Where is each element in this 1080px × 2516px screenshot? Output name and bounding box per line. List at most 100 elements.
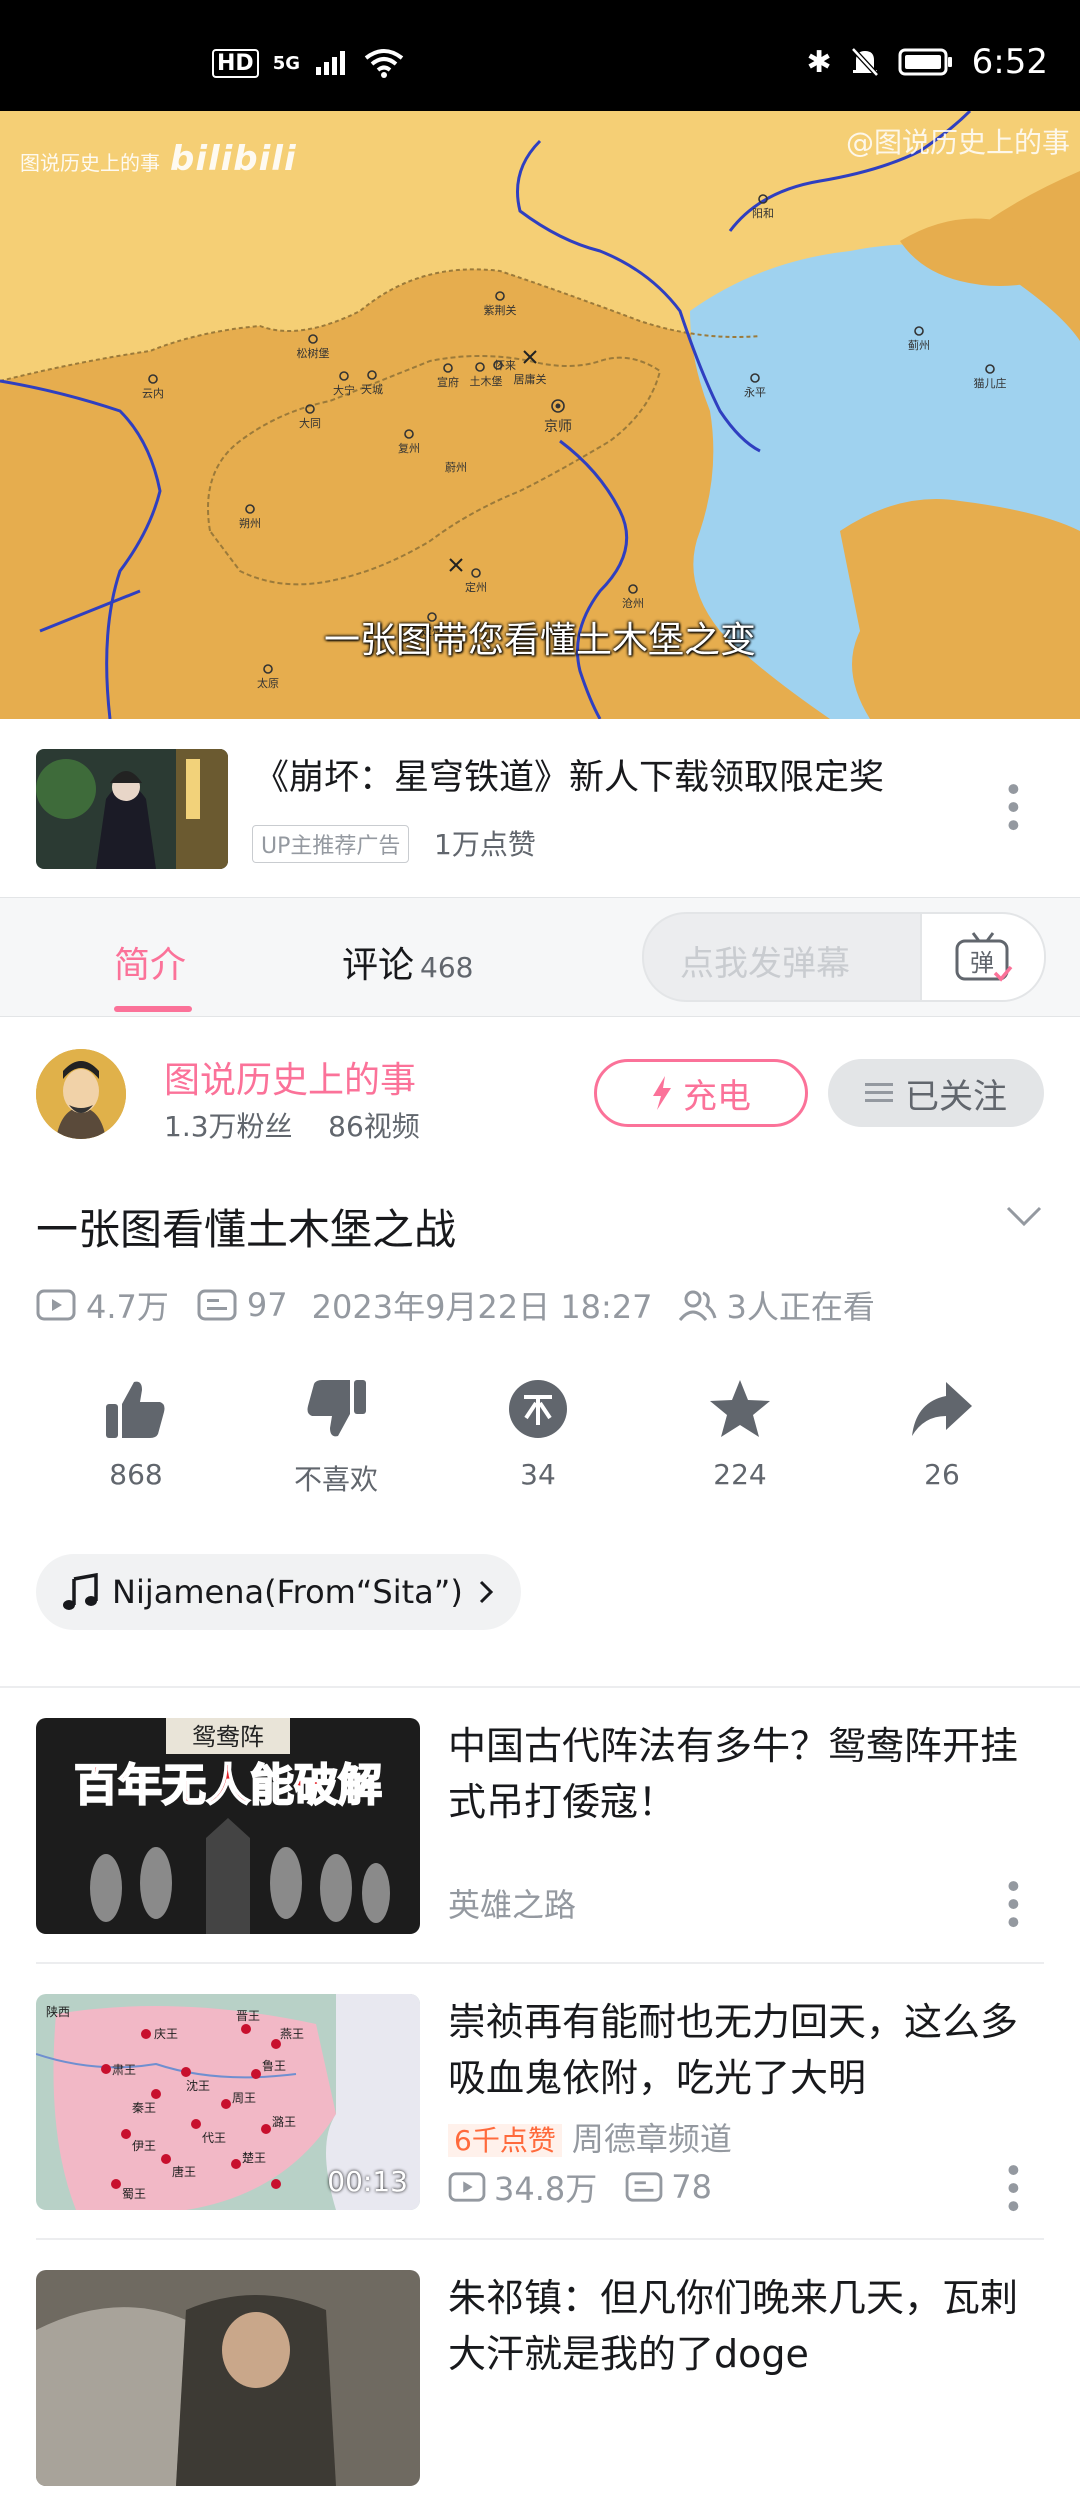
thumbnail-map-label: 蜀王: [122, 2187, 146, 2201]
avatar[interactable]: [36, 1049, 126, 1139]
viewers-icon: [678, 1290, 717, 1321]
danmaku-count: 97: [246, 1286, 288, 1324]
bilibili-logo: bilibili: [170, 139, 297, 179]
favorite-count: 224: [713, 1458, 767, 1491]
charge-button[interactable]: 充电: [594, 1059, 808, 1127]
map-label: 云内: [142, 386, 164, 400]
danmaku-count-icon: [197, 1289, 237, 1321]
thumbnail-map-label: 陕西: [46, 2004, 70, 2019]
music-note-icon: [63, 1573, 98, 1610]
lightning-icon: [653, 1076, 671, 1110]
fans-count: 1.3万粉丝: [164, 1110, 293, 1143]
map-label: 定州: [465, 580, 487, 594]
active-tab-indicator: [114, 1006, 192, 1012]
recommendation-author: 英雄之路: [448, 1886, 577, 1924]
view-count: 4.7万: [86, 1288, 169, 1326]
follow-button[interactable]: 已关注: [828, 1059, 1044, 1127]
like-button[interactable]: 868: [66, 1378, 206, 1491]
thumbnail-map-label: 沈王: [186, 2078, 210, 2093]
more-icon[interactable]: •••: [992, 779, 1032, 833]
thumbnail-headline: 百年无人能破解: [74, 1760, 382, 1811]
dislike-label: 不喜欢: [293, 1463, 378, 1496]
clock: 6:52: [971, 42, 1048, 82]
more-icon[interactable]: •••: [992, 1876, 1032, 1930]
video-thumbnail[interactable]: [36, 2270, 420, 2486]
video-thumbnail[interactable]: 陕西 庆王 晋王 燕王 肃王 沈王 鲁王 秦王 周王 代王 潞王 伊王 楚王 唐…: [36, 1994, 420, 2210]
recommendation-title[interactable]: 崇祯再有能耐也无力回天，这么多吸血鬼依附，吃光了大明: [448, 1994, 1048, 2106]
share-count: 26: [924, 1458, 960, 1491]
map-label: 阳和: [752, 207, 774, 220]
map-label-capital: 京师: [544, 419, 572, 435]
thumbnail-map-label: 鲁王: [262, 2059, 286, 2073]
coin-icon: [509, 1380, 567, 1438]
video-subtitle: 一张图带您看懂土木堡之变: [323, 620, 756, 661]
battery-icon: [898, 48, 952, 76]
list-item[interactable]: 陕西 庆王 晋王 燕王 肃王 沈王 鲁王 秦王 周王 代王 潞王 伊王 楚王 唐…: [0, 1964, 1080, 2240]
map-label: 松树堡: [297, 346, 330, 360]
wifi-icon: [364, 49, 404, 78]
comments-count: 468: [420, 951, 474, 984]
tab-intro[interactable]: 简介: [114, 936, 186, 988]
view-count: 34.8万: [494, 2170, 598, 2208]
map-label: 紫荆关: [484, 303, 517, 317]
tab-intro-label: 简介: [114, 945, 187, 986]
video-player[interactable]: 云内 松树堡 大宁 天城 大同 复州 宣府 怀来 紫荆关 土木堡 居庸关 京师 …: [0, 111, 1080, 719]
uploader-name[interactable]: 图说历史上的事: [164, 1051, 416, 1103]
ad-title[interactable]: 《崩坏：星穹铁道》新人下载领取限定奖: [254, 749, 884, 800]
map-label: 太原: [257, 677, 279, 690]
chevron-right-icon: [479, 1580, 493, 1604]
favorite-button[interactable]: 224: [670, 1378, 810, 1491]
list-item[interactable]: 鸳鸯阵 百年无人能破解 中国古代阵法有多牛？鸳鸯阵开挂式吊打倭寇！ 英雄之路 •…: [0, 1688, 1080, 1964]
music-chip[interactable]: Nijamena(From“Sita”): [36, 1554, 521, 1630]
hot-badge: 6千点赞: [448, 2124, 562, 2157]
thumbnail-map-label: 周王: [232, 2091, 256, 2105]
map-label: 居庸关: [514, 372, 547, 386]
hd-icon: HD: [212, 48, 259, 78]
map-label: 复州: [398, 441, 420, 455]
dislike-button[interactable]: 不喜欢: [266, 1378, 406, 1498]
map-label: 天城: [361, 383, 383, 396]
coin-button[interactable]: 34: [468, 1378, 608, 1491]
video-meta: 4.7万 97 2023年9月22日 18:27 3人正在看: [36, 1282, 875, 1328]
recommendation-title[interactable]: 中国古代阵法有多牛？鸳鸯阵开挂式吊打倭寇！: [448, 1718, 1048, 1830]
list-item[interactable]: 朱祁镇：但凡你们晚来几天，瓦剌大汗就是我的了doge: [0, 2240, 1080, 2516]
star-icon: [710, 1380, 770, 1437]
thumbnail-map-label: 肃王: [112, 2063, 136, 2077]
charge-label: 充电: [683, 1076, 751, 1117]
map-label: 沧州: [622, 596, 644, 610]
publish-date: 2023年9月22日 18:27: [311, 1288, 653, 1326]
tab-comments[interactable]: 评论 468: [342, 936, 473, 988]
uploader-row: 图说历史上的事 1.3万粉丝 86视频 充电 已关注: [0, 1015, 1080, 1165]
map-label: 土木堡: [470, 374, 503, 388]
tab-bar: 简介 评论 468 点我发弹幕 弹: [0, 897, 1080, 1017]
videos-count: 86视频: [328, 1110, 420, 1143]
ad-card[interactable]: 《崩坏：星穹铁道》新人下载领取限定奖 UP主推荐广告 1万点赞 •••: [0, 719, 1080, 897]
share-button[interactable]: 26: [872, 1378, 1012, 1491]
watching-count: 3人正在看: [726, 1288, 875, 1326]
recommendation-title[interactable]: 朱祁镇：但凡你们晚来几天，瓦剌大汗就是我的了doge: [448, 2270, 1048, 2382]
network-5g-label: 5G: [272, 52, 300, 74]
thumbs-up-icon: [106, 1381, 165, 1438]
music-label: Nijamena(From“Sita”): [112, 1573, 463, 1611]
thumbnail-map-label: 潞王: [272, 2114, 296, 2129]
more-icon[interactable]: •••: [992, 2160, 1032, 2214]
thumbnail-map-label: 唐王: [172, 2164, 196, 2179]
action-bar: 868 不喜欢 34 224 26: [0, 1378, 1080, 1508]
ad-likes: 1万点赞: [434, 828, 536, 861]
chevron-down-icon[interactable]: [1004, 1196, 1044, 1240]
map-label: 大同: [299, 416, 321, 430]
ad-badge: UP主推荐广告: [252, 825, 410, 863]
tab-comments-label: 评论: [342, 945, 415, 986]
danmaku-toggle-button[interactable]: 弹: [920, 914, 1044, 1000]
danmaku-input[interactable]: 点我发弹幕 弹: [642, 912, 1046, 1002]
recommendation-meta: 6千点赞 周德章频道: [448, 2114, 732, 2160]
bluetooth-icon: ✱: [806, 44, 832, 80]
ad-thumbnail[interactable]: [36, 749, 228, 869]
status-bar: HD 5G ✱ 6:52: [0, 0, 1080, 111]
danmaku-toggle-label: 弹: [970, 949, 994, 977]
bell-muted-icon: [850, 47, 879, 77]
thumbnail-map-label: 晋王: [236, 2009, 260, 2023]
video-thumbnail[interactable]: 鸳鸯阵 百年无人能破解: [36, 1718, 420, 1934]
map-label: 大宁: [333, 383, 355, 397]
watermark-channel: 图说历史上的事: [20, 151, 160, 175]
